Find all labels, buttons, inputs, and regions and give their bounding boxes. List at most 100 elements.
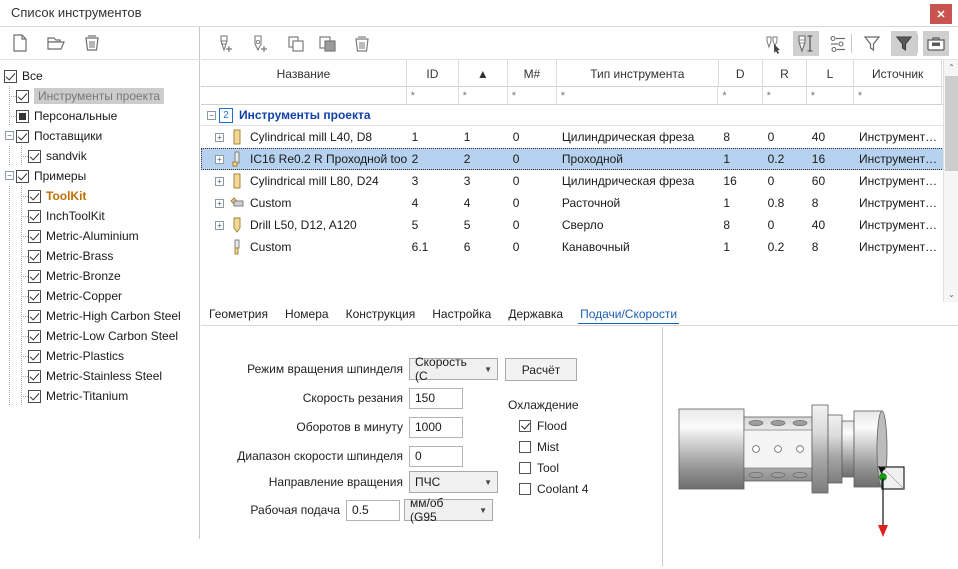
column-filter-cell[interactable]: * (459, 87, 508, 105)
tree-item-checkbox[interactable] (16, 90, 29, 103)
coolant-checkbox[interactable] (519, 462, 531, 474)
tree-item-checkbox[interactable] (4, 70, 17, 83)
row-expander-icon[interactable]: + (215, 133, 224, 142)
paste-icon[interactable] (315, 31, 341, 56)
table-group-header[interactable]: − 2 Инструменты проекта (201, 105, 958, 126)
tree-item[interactable]: Metric-Titanium (4, 386, 200, 406)
column-filter-cell[interactable]: * (718, 87, 762, 105)
table-row[interactable]: +IC16 Re0.2 R Проходной tool220Проходной… (201, 148, 958, 170)
delete-icon[interactable] (80, 31, 104, 55)
table-row[interactable]: +Custom440Расточной10.88Инструмент… (201, 192, 958, 214)
column-filter-cell[interactable]: * (807, 87, 854, 105)
tree-item[interactable]: Metric-Stainless Steel (4, 366, 200, 386)
copy-icon[interactable] (283, 31, 309, 56)
tree-item[interactable]: Metric-Low Carbon Steel (4, 326, 200, 346)
tree-item[interactable]: Все (4, 66, 200, 86)
scrollbar-thumb[interactable] (945, 76, 958, 171)
toolbox-icon[interactable] (923, 31, 949, 56)
tab-настройка[interactable]: Настройка (430, 305, 493, 323)
tree-item-checkbox[interactable] (16, 110, 29, 123)
tree-item-checkbox[interactable] (28, 250, 41, 263)
tree-item-checkbox[interactable] (28, 370, 41, 383)
column-filter-cell[interactable]: * (854, 87, 942, 105)
rpm-input[interactable]: 1000 (409, 417, 463, 438)
table-row[interactable]: +Cylindrical mill L80, D24330Цилиндричес… (201, 170, 958, 192)
row-expander-icon[interactable]: + (215, 155, 224, 164)
tree-item-checkbox[interactable] (16, 170, 29, 183)
tree-item-checkbox[interactable] (28, 290, 41, 303)
tree-item-checkbox[interactable] (28, 390, 41, 403)
tree-expander-icon[interactable]: − (5, 171, 14, 180)
tree-item[interactable]: Metric-Bronze (4, 266, 200, 286)
tree-item[interactable]: −Поставщики (4, 126, 200, 146)
cutting-speed-input[interactable]: 150 (409, 388, 463, 409)
table-row[interactable]: +Drill L50, D12, A120550Сверло8040Инстру… (201, 214, 958, 236)
table-body[interactable]: +Cylindrical mill L40, D8110Цилиндрическ… (201, 126, 958, 258)
tree-item-checkbox[interactable] (16, 130, 29, 143)
scroll-up-arrow[interactable]: ⌃ (944, 60, 958, 75)
tree-item-checkbox[interactable] (28, 150, 41, 163)
open-folder-icon[interactable] (44, 31, 68, 55)
column-header[interactable]: L (807, 60, 854, 87)
delete-row-icon[interactable] (349, 31, 375, 56)
tab-подачи-скорости[interactable]: Подачи/Скорости (578, 305, 679, 324)
table-row[interactable]: +Cylindrical mill L40, D8110Цилиндрическ… (201, 126, 958, 148)
tree-expander-icon[interactable]: − (5, 131, 14, 140)
library-tree[interactable]: ВсеИнструменты проектаПерсональные−Поста… (0, 61, 200, 539)
tools-table[interactable]: НазваниеID▲M#Тип инструментаDRLИсточник … (201, 60, 958, 302)
coolant-option[interactable]: Coolant 4 (519, 482, 588, 496)
table-filter-row[interactable]: ******** (201, 87, 958, 105)
column-header[interactable]: Название (201, 60, 407, 87)
column-header[interactable]: R (763, 60, 807, 87)
column-header[interactable]: D (719, 60, 763, 87)
column-filter-cell[interactable] (201, 87, 407, 105)
tree-item[interactable]: InchToolKit (4, 206, 200, 226)
feed-input[interactable]: 0.5 (346, 500, 400, 521)
tree-item-checkbox[interactable] (28, 270, 41, 283)
column-header[interactable]: Тип инструмента (557, 60, 719, 87)
tree-item[interactable]: Metric-Plastics (4, 346, 200, 366)
column-filter-cell[interactable]: * (557, 87, 719, 105)
coolant-checkbox[interactable] (519, 483, 531, 495)
add-mill-tool-icon[interactable] (213, 31, 239, 56)
coolant-option[interactable]: Mist (519, 440, 559, 454)
tool-preview-3d[interactable] (664, 327, 958, 566)
tab-геометрия[interactable]: Геометрия (207, 305, 270, 323)
tree-item[interactable]: Metric-Aluminium (4, 226, 200, 246)
column-header[interactable]: Источник (854, 60, 942, 87)
tree-item-checkbox[interactable] (28, 210, 41, 223)
column-filter-cell[interactable]: * (508, 87, 557, 105)
feed-unit-select[interactable]: мм/об (G95 ▼ (404, 499, 493, 521)
select-tool-icon[interactable] (761, 31, 787, 56)
tree-item[interactable]: ToolKit (4, 186, 200, 206)
tree-item[interactable]: Metric-Brass (4, 246, 200, 266)
tab-конструкция[interactable]: Конструкция (344, 305, 418, 323)
new-document-icon[interactable] (8, 31, 32, 55)
close-button[interactable]: ✕ (930, 4, 952, 24)
coolant-option[interactable]: Flood (519, 419, 567, 433)
column-filter-cell[interactable]: * (407, 87, 459, 105)
row-expander-icon[interactable]: + (215, 221, 224, 230)
coolant-checkbox[interactable] (519, 441, 531, 453)
tree-item-checkbox[interactable] (28, 190, 41, 203)
tree-item[interactable]: −Примеры (4, 166, 200, 186)
tree-item[interactable]: Персональные (4, 106, 200, 126)
tree-item[interactable]: Инструменты проекта (4, 86, 200, 106)
tree-item[interactable]: Metric-High Carbon Steel (4, 306, 200, 326)
add-drill-tool-icon[interactable] (247, 31, 273, 56)
tree-item[interactable]: Metric-Copper (4, 286, 200, 306)
spindle-range-input[interactable]: 0 (409, 446, 463, 467)
column-filter-cell[interactable]: * (763, 87, 807, 105)
tree-item[interactable]: sandvik (4, 146, 200, 166)
column-header[interactable]: ▲ (459, 60, 508, 87)
group-expander-icon[interactable]: − (207, 111, 216, 120)
column-header[interactable]: M# (508, 60, 557, 87)
tab-державка[interactable]: Державка (506, 305, 565, 323)
coolant-option[interactable]: Tool (519, 461, 559, 475)
table-scrollbar[interactable]: ⌃ ⌄ (943, 60, 958, 302)
settings-sliders-icon[interactable] (825, 31, 851, 56)
filter-solid-icon[interactable] (891, 31, 917, 56)
tab-номера[interactable]: Номера (283, 305, 331, 323)
row-expander-icon[interactable]: + (215, 177, 224, 186)
coolant-checkbox[interactable] (519, 420, 531, 432)
